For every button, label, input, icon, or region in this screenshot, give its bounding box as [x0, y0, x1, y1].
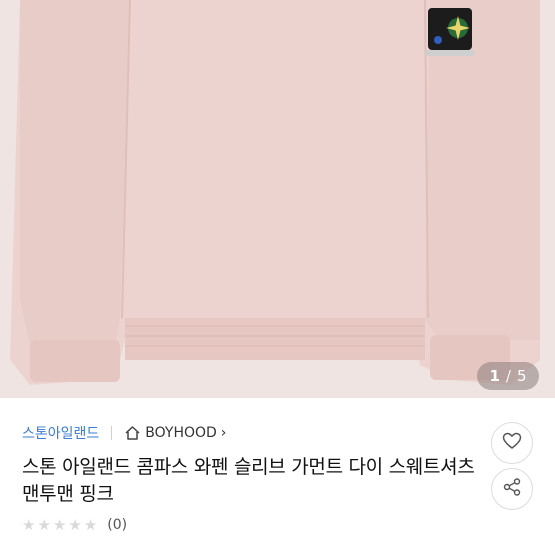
heart-icon [502, 432, 522, 454]
home-icon [124, 425, 141, 441]
current-page: 1 [489, 367, 500, 385]
star-icon: ★ [68, 515, 82, 534]
review-count: (0) [107, 517, 128, 533]
page-separator: / [505, 367, 511, 385]
share-button[interactable] [491, 468, 533, 510]
product-title: 스톤 아일랜드 콤파스 와펜 슬리브 가먼트 다이 스웨트셔츠 맨투맨 핑크 [22, 456, 475, 505]
breadcrumb: 스톤아일랜드 BOYHOOD › [22, 423, 226, 443]
star-icon: ★ [22, 515, 36, 534]
breadcrumb-divider [111, 426, 113, 440]
total-pages: 5 [516, 367, 527, 385]
chevron-right-icon: › [220, 425, 227, 441]
share-icon [502, 477, 522, 501]
compass-patch [426, 8, 474, 56]
like-button[interactable] [491, 422, 533, 464]
rating[interactable]: ★ ★ ★ ★ ★ (0) [22, 517, 127, 533]
star-icon: ★ [37, 515, 51, 534]
star-icon: ★ [52, 515, 67, 534]
shop-name: BOYHOOD [145, 425, 217, 441]
brand-link[interactable]: 스톤아일랜드 [22, 423, 99, 443]
shop-link[interactable]: BOYHOOD › [124, 425, 226, 441]
sweatshirt-illustration [10, 0, 540, 385]
star-icon: ★ [83, 515, 98, 534]
product-image[interactable]: 1 / 5 [0, 0, 555, 398]
image-page-indicator: 1 / 5 [477, 362, 539, 390]
